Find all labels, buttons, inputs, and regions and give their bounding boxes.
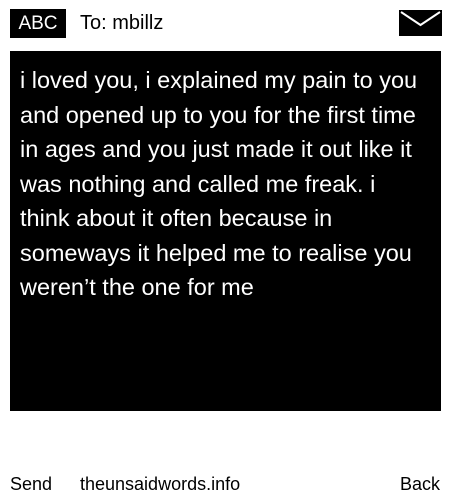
footer-bar: Send theunsaidwords.info Back bbox=[0, 468, 450, 500]
message-body[interactable]: i loved you, i explained my pain to you … bbox=[10, 51, 441, 411]
input-mode-badge[interactable]: ABC bbox=[10, 9, 66, 38]
recipient-field[interactable]: To: mbillz bbox=[80, 11, 163, 35]
send-button[interactable]: Send bbox=[10, 468, 52, 500]
site-link[interactable]: theunsaidwords.info bbox=[80, 468, 240, 500]
envelope-icon bbox=[399, 10, 442, 36]
back-button[interactable]: Back bbox=[400, 468, 440, 500]
header-bar: ABC To: mbillz bbox=[0, 0, 450, 46]
message-text: i loved you, i explained my pain to you … bbox=[20, 67, 418, 300]
